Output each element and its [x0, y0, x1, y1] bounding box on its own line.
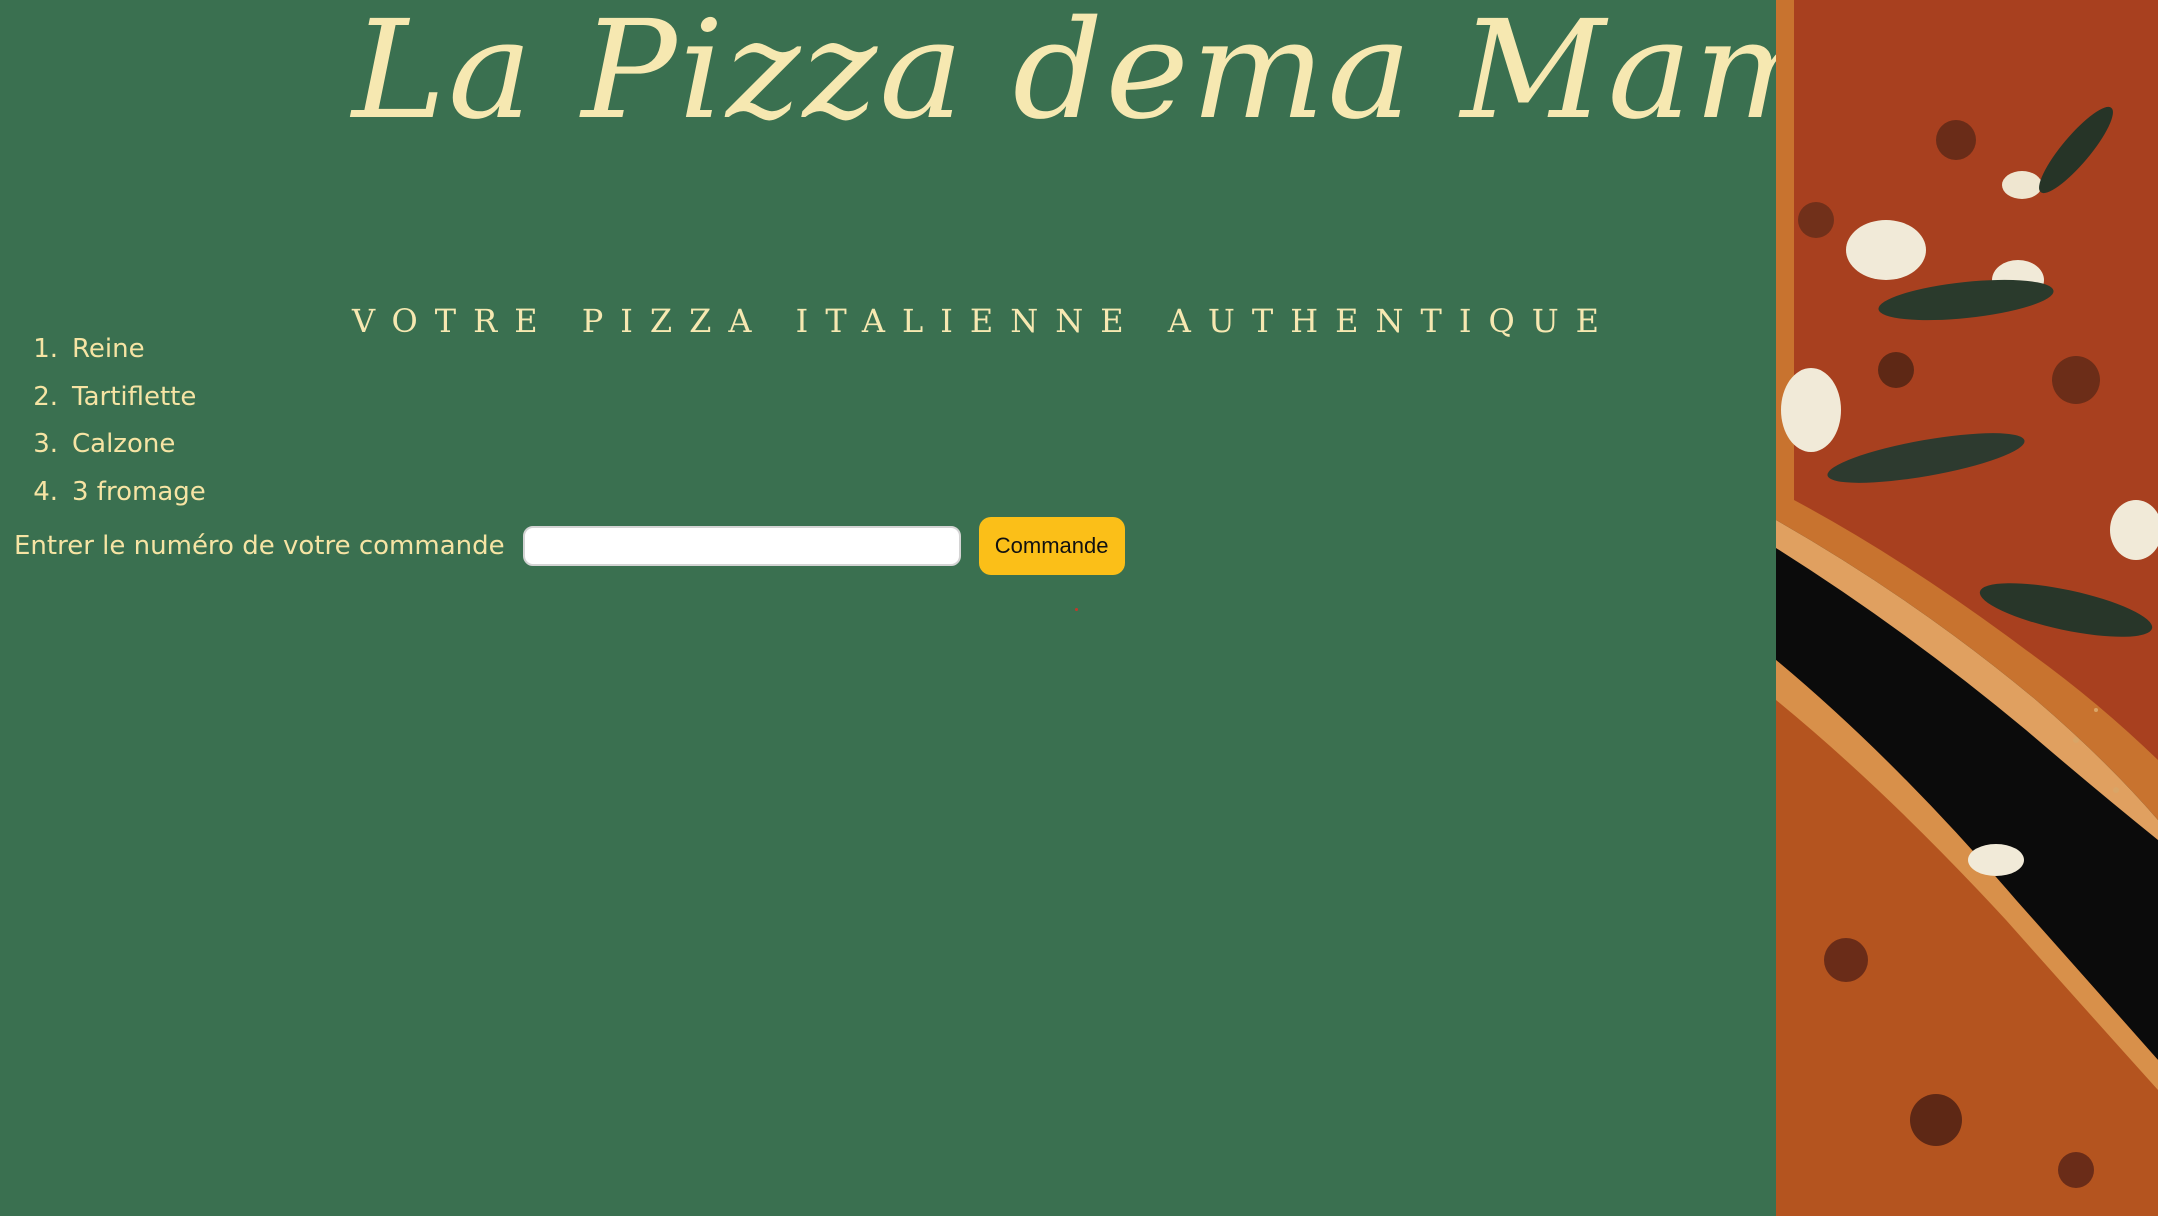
commande-button[interactable]: Commande [978, 517, 1125, 575]
item-name: Reine [72, 334, 145, 364]
list-item: 3. Calzone [0, 421, 206, 469]
order-number-label: Entrer le numéro de votre commande [14, 531, 505, 561]
item-number: 4. [33, 476, 58, 507]
page-title: La Pizza dema Mama [352, 0, 1917, 150]
order-number-input[interactable] [522, 526, 961, 566]
item-name: Calzone [72, 429, 176, 459]
item-name: Tartiflette [72, 381, 197, 412]
pizza-menu-list: 1. Reine 2. Tartiflette 3. Calzone 4. 3 from… [0, 326, 206, 516]
decorative-dot [1075, 608, 1078, 611]
list-item: 2. Tartiflette [0, 374, 206, 422]
item-number: 1. [33, 334, 58, 364]
item-number: 2. [33, 381, 58, 412]
pizza-illustration [1776, 0, 2158, 1216]
list-item: 1. Reine [0, 326, 206, 374]
list-item: 4. 3 fromage [0, 469, 206, 517]
item-name: 3 fromage [72, 476, 206, 507]
pizza-photo [1776, 0, 2158, 1216]
tagline: VOTRE PIZZA ITALIENNE AUTHENTIQUE [352, 302, 1617, 340]
order-form: Entrer le numéro de votre commande Comma… [14, 516, 1125, 576]
item-number: 3. [33, 429, 58, 459]
